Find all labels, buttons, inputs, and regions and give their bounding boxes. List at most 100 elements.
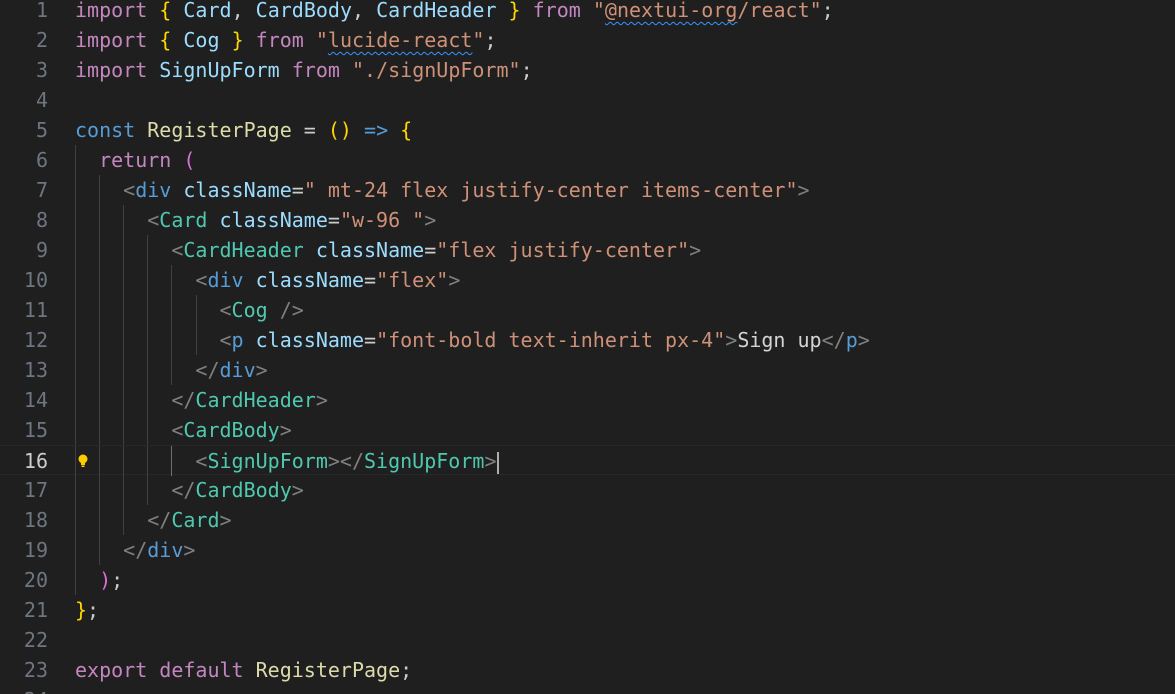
code-token: />	[279, 298, 304, 322]
code-text: <p className="font-bold text-inherit px-…	[75, 325, 870, 355]
code-token: "	[472, 28, 485, 52]
code-token: CardBody	[183, 418, 280, 442]
code-line[interactable]: 17 </CardBody>	[0, 475, 1175, 505]
code-text: import SignUpForm from "./signUpForm";	[75, 55, 533, 85]
line-number: 19	[23, 538, 48, 562]
code-line[interactable]: 5 const RegisterPage = () => {	[0, 115, 1175, 145]
code-token: <	[171, 238, 184, 262]
code-line[interactable]: 18 </Card>	[0, 505, 1175, 535]
code-text: };	[75, 595, 99, 625]
code-token: p	[845, 328, 858, 352]
code-token: )	[99, 568, 112, 592]
code-token: "./signUpForm"	[351, 58, 521, 82]
code-token: >	[448, 268, 461, 292]
code-token: {	[400, 118, 413, 142]
line-number: 1	[35, 0, 48, 22]
code-text: </CardBody>	[75, 475, 304, 505]
code-token: =	[291, 178, 304, 202]
line-number: 10	[23, 268, 48, 292]
code-line[interactable]: 6 return (	[0, 145, 1175, 175]
line-number: 3	[35, 58, 48, 82]
code-token: ,	[231, 0, 256, 22]
code-token: >	[255, 358, 268, 382]
code-line[interactable]: 13 </div>	[0, 355, 1175, 385]
code-line[interactable]: 14 </CardHeader>	[0, 385, 1175, 415]
code-token: className	[315, 238, 425, 262]
code-line[interactable]: 2 import { Cog } from "lucide-react";	[0, 25, 1175, 55]
code-token: className	[183, 178, 292, 202]
code-token: {	[159, 0, 172, 22]
line-number: 7	[35, 178, 48, 202]
code-token: Card	[171, 508, 220, 532]
line-number: 16	[23, 449, 48, 473]
code-token: div	[207, 268, 244, 292]
code-line[interactable]: 9 <CardHeader className="flex justify-ce…	[0, 235, 1175, 265]
code-editor[interactable]: 1 import { Card, CardBody, CardHeader } f…	[0, 0, 1175, 694]
code-line[interactable]: 11 <Cog />	[0, 295, 1175, 325]
code-token: CardBody	[255, 0, 352, 22]
code-line[interactable]: 12 <p className="font-bold text-inherit …	[0, 325, 1175, 355]
code-token: SignUpForm	[159, 58, 280, 82]
code-line[interactable]: 4	[0, 85, 1175, 115]
code-token: className	[255, 268, 365, 292]
code-token: Cog	[183, 28, 220, 52]
code-token: RegisterPage	[255, 658, 401, 682]
code-line[interactable]: 3 import SignUpForm from "./signUpForm";	[0, 55, 1175, 85]
code-line[interactable]: 10 <div className="flex">	[0, 265, 1175, 295]
code-token: export	[75, 658, 148, 682]
code-token: from	[532, 0, 581, 22]
code-token: =	[291, 118, 328, 142]
code-line[interactable]: 20 );	[0, 565, 1175, 595]
code-token: className	[219, 208, 328, 232]
code-line[interactable]: 16 <SignUpForm></SignUpForm>	[0, 445, 1175, 476]
code-token: </	[821, 328, 846, 352]
code-token: RegisterPage	[147, 118, 292, 142]
code-token: import	[75, 28, 148, 52]
text-cursor	[497, 451, 500, 474]
code-line[interactable]: 23 export default RegisterPage;	[0, 655, 1175, 685]
code-token: =	[364, 328, 377, 352]
code-token: Card	[159, 208, 208, 232]
code-line[interactable]: 1 import { Card, CardBody, CardHeader } f…	[0, 0, 1175, 25]
code-token: CardHeader	[183, 238, 304, 262]
code-token: {	[159, 28, 172, 52]
code-line[interactable]: 19 </div>	[0, 535, 1175, 565]
code-token: </	[147, 508, 172, 532]
code-line[interactable]: 7 <div className=" mt-24 flex justify-ce…	[0, 175, 1175, 205]
code-line[interactable]: 15 <CardBody>	[0, 415, 1175, 445]
line-number: 17	[23, 478, 48, 502]
code-text: import { Card, CardBody, CardHeader } fr…	[75, 0, 834, 25]
code-token: "	[315, 28, 328, 52]
code-token: Card	[183, 0, 232, 22]
code-line[interactable]: 22	[0, 625, 1175, 655]
code-text: export default RegisterPage;	[75, 655, 412, 685]
code-token: ;	[821, 0, 834, 22]
code-token: <	[219, 298, 232, 322]
code-token: @nextui-org	[604, 0, 738, 22]
code-line[interactable]: 24	[0, 685, 1175, 694]
code-token: >	[291, 478, 304, 502]
code-line[interactable]: 21};	[0, 595, 1175, 625]
code-line[interactable]: 8 <Card className="w-96 ">	[0, 205, 1175, 235]
